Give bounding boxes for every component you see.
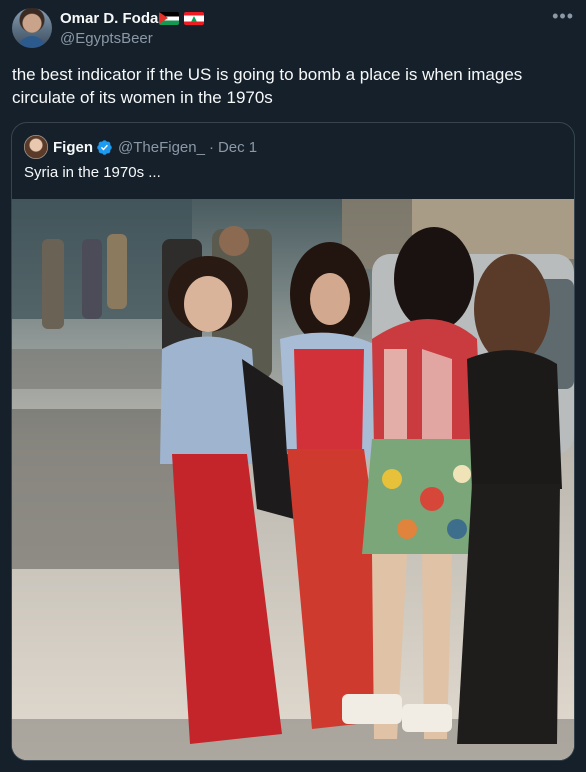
quoted-tweet-text: Syria in the 1970s ...	[24, 164, 161, 181]
quoted-date[interactable]: Dec 1	[218, 139, 257, 156]
quoted-separator: ·	[208, 138, 214, 156]
tweet-text: the best indicator if the US is going to…	[12, 65, 523, 107]
quoted-tweet-header: Figen @TheFigen_ · Dec 1	[24, 135, 257, 159]
tweet: Omar D. Foda @EgyptsBeer ••• the best in…	[0, 0, 586, 772]
author-name-flags	[159, 12, 204, 26]
verified-badge-icon	[97, 139, 112, 155]
tweet-header: Omar D. Foda @EgyptsBeer •••	[12, 6, 574, 52]
more-options-icon[interactable]: •••	[552, 6, 574, 26]
quoted-author-name[interactable]: Figen	[53, 139, 93, 156]
lebanon-flag-icon	[184, 12, 204, 25]
quoted-author-avatar[interactable]	[24, 135, 48, 159]
quoted-tweet[interactable]: Figen @TheFigen_ · Dec 1 Syria in the 19…	[11, 122, 575, 761]
quoted-photo[interactable]	[12, 199, 574, 760]
palestine-flag-icon	[159, 12, 179, 25]
author-name[interactable]: Omar D. Foda	[60, 10, 158, 27]
author-avatar[interactable]	[12, 8, 52, 48]
quoted-author-handle[interactable]: @TheFigen_	[118, 139, 205, 156]
women-street-photo	[12, 199, 574, 760]
author-handle[interactable]: @EgyptsBeer	[60, 30, 153, 47]
